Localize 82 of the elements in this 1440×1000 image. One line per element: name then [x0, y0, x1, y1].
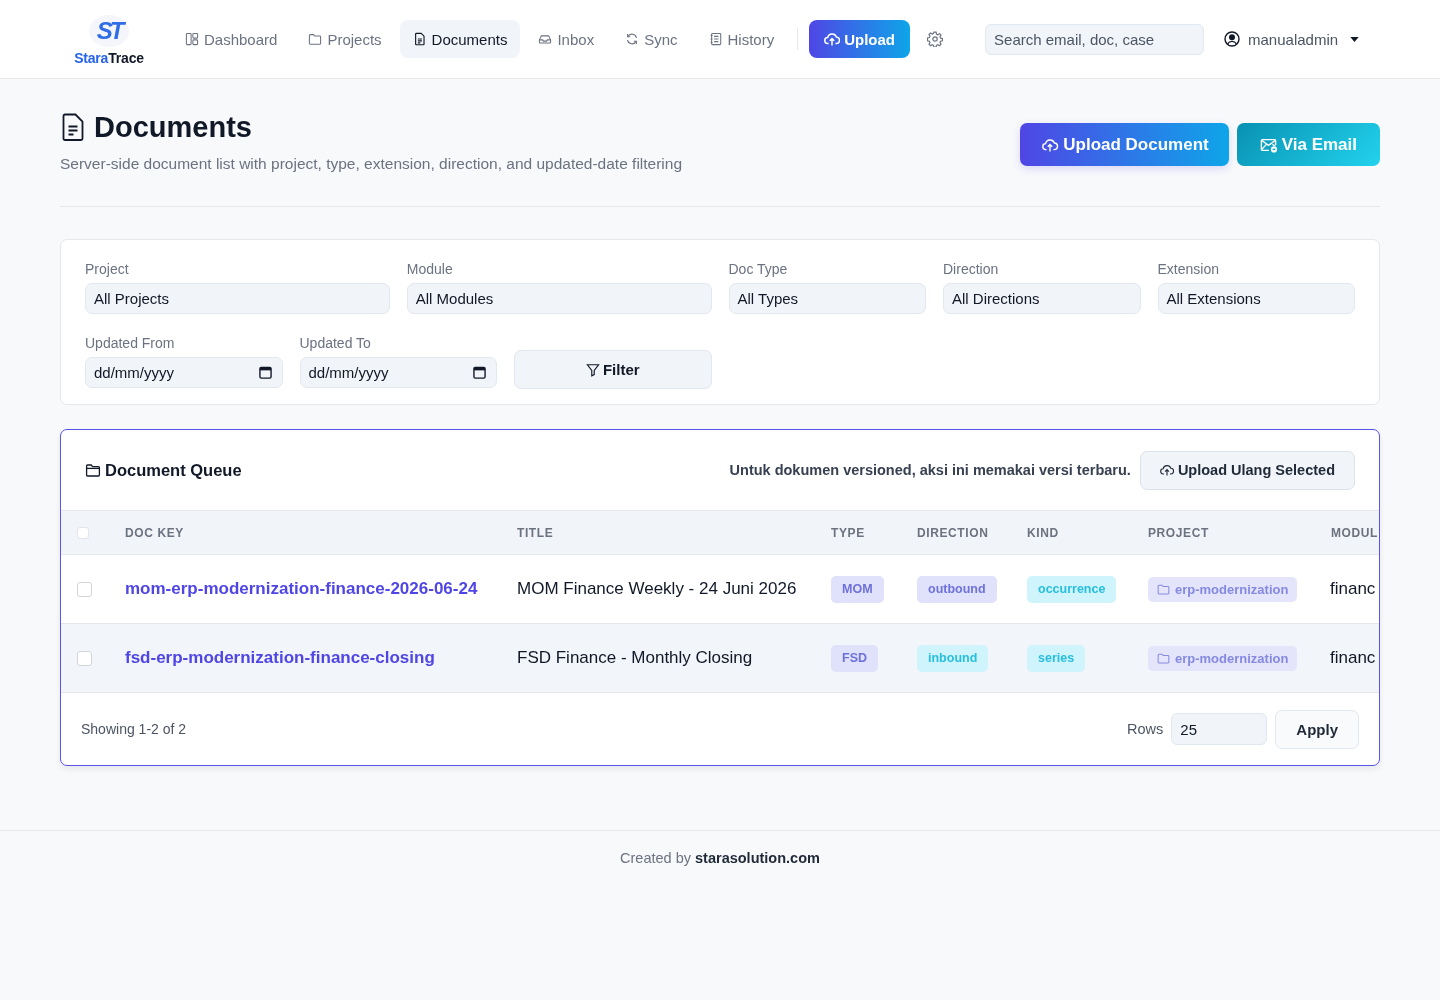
search-field[interactable]: Search email, doc, case [985, 23, 1205, 55]
column-header: TITLE [517, 525, 554, 540]
filter-select[interactable]: All Types [728, 283, 926, 314]
footer-link[interactable]: starasolution.com [695, 850, 820, 866]
rows-input[interactable]: 25 [1171, 713, 1268, 745]
filter-button[interactable]: Filter [514, 350, 712, 389]
inbox-icon [538, 32, 553, 46]
document-icon [62, 113, 84, 141]
filter-label: Doc Type [728, 261, 789, 277]
nav-tab[interactable]: Sync [612, 20, 691, 58]
select-all-checkbox[interactable] [77, 526, 89, 539]
settings-icon[interactable] [927, 31, 944, 47]
folder-icon [1157, 652, 1170, 664]
rows-label: Rows [1127, 721, 1164, 737]
table-cell: MOM Finance Weekly - 24 Juni 2026 [517, 579, 797, 599]
folder-icon [308, 32, 323, 46]
filter-select[interactable]: All Projects [85, 283, 390, 314]
direction-badge: inbound [917, 644, 989, 672]
upload-ulang-button[interactable]: Upload Ulang Selected [1139, 450, 1355, 490]
column-header: KIND [1027, 525, 1059, 540]
page-title: Documents [94, 110, 252, 144]
filter-icon [585, 362, 600, 377]
filter-select[interactable]: All Directions [943, 283, 1141, 314]
cloud-upload-icon [1159, 463, 1174, 477]
doc-key-link[interactable]: fsd-erp-modernization-finance-closing [125, 648, 435, 668]
page-subtitle: Server-side document list with project, type, extension, direction, and updated-date filtering [60, 155, 683, 173]
filter-label: Updated From [85, 335, 176, 351]
filter-label: Project [85, 261, 130, 277]
filter-label: Updated To [299, 335, 372, 351]
nav-tab[interactable]: Inbox [525, 20, 608, 58]
user-menu[interactable]: manualadmin [1248, 30, 1339, 48]
date-field[interactable]: dd/mm/yyyy [85, 357, 283, 388]
direction-badge: outbound [917, 575, 997, 603]
folder-icon [85, 462, 101, 478]
caret-icon[interactable] [1350, 36, 1360, 42]
filter-select[interactable]: All Extensions [1157, 283, 1355, 314]
table-cell: financ [1330, 648, 1376, 668]
filter-label: Extension [1157, 261, 1220, 277]
table-cell: financ [1330, 579, 1376, 599]
calendar-icon[interactable] [258, 366, 272, 379]
sync-icon [625, 32, 640, 46]
filter-select[interactable]: All Modules [406, 283, 712, 314]
folder-icon [1157, 583, 1170, 595]
column-header: TYPE [831, 525, 865, 540]
nav-tab[interactable]: Documents [399, 20, 521, 58]
brand-name[interactable]: StaraTrace [74, 49, 144, 66]
column-header: MODUL [1331, 525, 1378, 540]
user-avatar-icon [1224, 31, 1241, 47]
kind-badge: series [1027, 644, 1086, 672]
apply-button[interactable]: Apply [1275, 709, 1359, 749]
footer-credit: Created by [620, 850, 691, 866]
nav-tab[interactable]: Dashboard [172, 20, 291, 58]
project-name: erp-modernization [1175, 650, 1289, 666]
envelope-icon [1259, 136, 1278, 153]
row-checkbox[interactable] [77, 581, 92, 597]
dashboard-icon [185, 32, 199, 46]
pagination-summary: Showing 1-2 of 2 [81, 721, 187, 737]
cloud-upload-icon [1041, 136, 1060, 153]
date-field[interactable]: dd/mm/yyyy [299, 357, 497, 388]
column-header: DIRECTION [917, 525, 989, 540]
queue-title: Document Queue [105, 460, 242, 480]
row-checkbox[interactable] [77, 650, 92, 666]
document-icon [412, 32, 427, 46]
logo-mark[interactable]: ST [89, 14, 129, 47]
doc-key-link[interactable]: mom-erp-modernization-finance-2026-06-24 [125, 579, 478, 599]
calendar-icon[interactable] [473, 366, 486, 379]
column-header: DOC KEY [125, 525, 184, 540]
nav-tab[interactable]: Projects [295, 20, 395, 58]
kind-badge: occurrence [1027, 575, 1117, 603]
queue-note: Untuk dokumen versioned, aksi ini memakai versi terbaru. [729, 462, 1131, 478]
cloud-upload-icon [824, 31, 841, 47]
column-header: PROJECT [1148, 525, 1209, 540]
type-badge: FSD [831, 644, 878, 672]
upload-document-button[interactable]: Upload Document [1020, 123, 1229, 166]
project-name: erp-modernization [1175, 581, 1289, 597]
upload-button[interactable]: Upload [809, 20, 911, 58]
journal-icon [708, 32, 723, 46]
filter-label: Direction [943, 261, 1000, 277]
nav-tab[interactable]: History [695, 20, 788, 58]
filter-label: Module [406, 261, 454, 277]
table-cell: FSD Finance - Monthly Closing [517, 648, 753, 668]
type-badge: MOM [831, 575, 884, 603]
